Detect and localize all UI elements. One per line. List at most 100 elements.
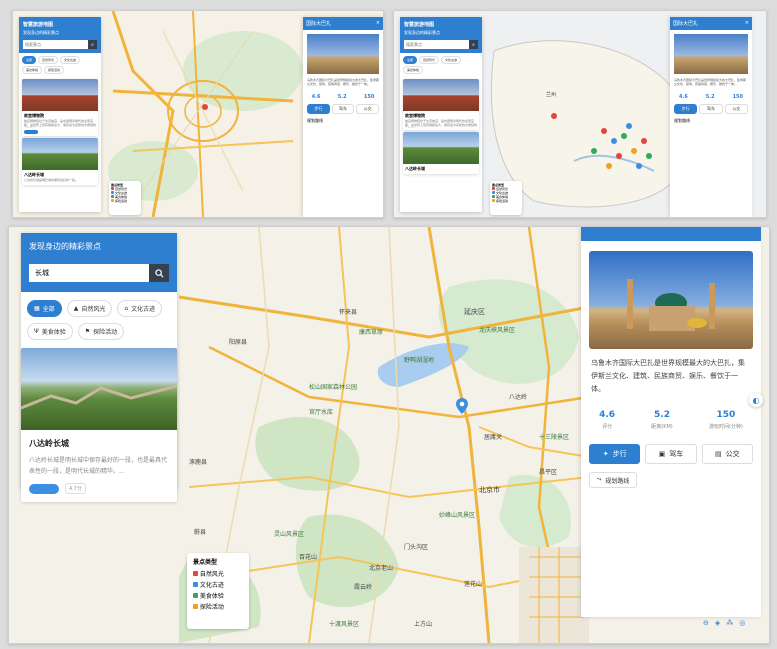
small-filter-nature[interactable]: 自然风光: [38, 56, 59, 64]
small-route-button[interactable]: 规划路线: [303, 118, 383, 124]
detail-button[interactable]: [29, 483, 59, 494]
small-search-button[interactable]: ⌕: [469, 40, 478, 49]
main-screenshot: 延庆区 龙庆峡风景区 康西草原 野鸭湖湿地 八达岭 居庸关 十三陵景区 北京市 …: [8, 226, 770, 644]
small-drive-button[interactable]: 驾车: [699, 104, 723, 114]
detail-panel: 乌鲁木齐国际大巴扎是世界规模最大的大巴扎，集伊斯兰文化、建筑、民族商贸、娱乐、餐…: [581, 227, 761, 617]
food-icon: Ψ: [34, 328, 39, 335]
great-wall-image: [403, 132, 479, 164]
small-filter-nature[interactable]: 自然风光: [419, 56, 440, 64]
bus-label: 公交: [725, 450, 740, 458]
map-label: 莲花山: [464, 581, 483, 588]
bazaar-image: [307, 34, 379, 74]
map-pin-icon[interactable]: [456, 398, 468, 414]
legend-label: 自然风光: [199, 571, 224, 578]
filter-culture[interactable]: ⌂ 文化古迹: [117, 300, 163, 317]
small-search-input[interactable]: [23, 40, 88, 49]
map-label: 北京老山: [369, 565, 394, 572]
hiking-icon: ⚑: [84, 328, 91, 335]
small-spot-card-palace[interactable]: 故宫博物院 故宫博物院位于北京故宫，是中国明清两代的皇家宫殿，是世界上现存规模最…: [22, 79, 98, 136]
panel-toggle-icon[interactable]: ◐: [749, 393, 763, 407]
small-card-desc: 八达岭长城是明长城中保存最好的一段。: [24, 178, 79, 182]
stat-distance-value: 5.2: [654, 410, 670, 420]
small-legend-label: 探险活动: [495, 199, 508, 203]
mountain-icon: ▲: [73, 305, 79, 312]
map-controls: ⊖ ◈ ⁂ ◎: [703, 619, 745, 627]
legend-title: 景点类型: [193, 559, 218, 566]
locate-icon[interactable]: ◎: [739, 619, 745, 627]
small-filter-all[interactable]: 全部: [403, 56, 418, 64]
drive-button[interactable]: ▣ 驾车: [645, 444, 697, 464]
small-bus-button[interactable]: 公交: [356, 104, 380, 114]
filter-nature[interactable]: ▲ 自然风光: [66, 300, 113, 317]
small-walk-button[interactable]: 步行: [674, 104, 698, 114]
small-filter-all[interactable]: 全部: [22, 56, 37, 64]
small-filter-culture[interactable]: 文化古迹: [60, 56, 81, 64]
small-search-button[interactable]: ⌕: [88, 40, 97, 49]
map-label: 北京市: [479, 486, 500, 494]
route-button[interactable]: ⤳ 规划路线: [589, 472, 637, 488]
filter-adventure[interactable]: ⚑ 探险活动: [77, 323, 125, 340]
spot-card[interactable]: 八达岭长城 八达岭长城是明长城中保存最好的一段，也是最具代表性的一段，是明代长城…: [21, 348, 177, 502]
small-app-subtitle: 发现身边的精彩景点: [404, 30, 440, 35]
share-icon[interactable]: ⁂: [726, 619, 733, 627]
small-card-button[interactable]: [24, 130, 38, 134]
small-bus-button[interactable]: 公交: [724, 104, 748, 114]
search-button[interactable]: [149, 264, 169, 282]
small-filter-adventure[interactable]: 探险活动: [44, 66, 65, 74]
legend-swatch: [193, 582, 198, 587]
small-card-desc: 故宫博物院位于北京故宫，是中国明清两代的皇家宫殿，是世界上现存规模最大、保存最为…: [405, 119, 477, 128]
bazaar-image: [589, 251, 753, 349]
small-filter-food[interactable]: 美食体验: [403, 66, 424, 74]
walk-button[interactable]: ✦ 步行: [589, 444, 641, 464]
walk-icon: ✦: [602, 450, 609, 458]
map-label: 灵山风景区: [274, 531, 305, 538]
card-description: 八达岭长城是明长城中保存最好的一段，也是最具代表性的一段，是明代长城的精华。..…: [29, 457, 168, 475]
card-title: 八达岭长城: [29, 439, 69, 448]
small-legend: 景点类型 自然风光 文化古迹 美食体验 探险活动: [109, 181, 141, 215]
drive-label: 驾车: [669, 450, 684, 458]
filter-chips: ▦ 全部 ▲ 自然风光 ⌂ 文化古迹 Ψ 美食体验 ⚑ 探险活动: [21, 292, 177, 342]
small-spot-card-wall[interactable]: 八达岭长城: [403, 132, 479, 174]
small-stat-distance: 5.2: [337, 94, 347, 100]
left-panel: 发现身边的精彩景点 ▦全部 ▲自然风光 ⌂文化古迹 Ψ美食体验 ⚑探险活动 八达…: [21, 233, 177, 502]
small-filter-culture[interactable]: 文化古迹: [441, 56, 462, 64]
bus-icon: ▤: [715, 450, 722, 458]
filter-food[interactable]: Ψ 美食体验: [27, 323, 73, 340]
small-detail-title: 国际大巴扎: [673, 21, 699, 27]
rating-badge: 4.7分: [65, 483, 86, 494]
close-icon[interactable]: ×: [745, 20, 749, 27]
small-route-button[interactable]: 规划路线: [670, 118, 752, 124]
stat-rating-label: 评分: [602, 424, 613, 430]
layers-icon[interactable]: ◈: [715, 619, 720, 627]
map-label: 上方山: [414, 621, 433, 628]
filter-all[interactable]: ▦ 全部: [27, 300, 62, 317]
map-label: 阳原县: [229, 339, 248, 346]
small-detail-desc: 乌鲁木齐国际大巴扎是世界规模最大的大巴扎，集伊斯兰文化、建筑、民族商贸、娱乐、餐…: [674, 78, 747, 86]
small-spot-card-wall[interactable]: 八达岭长城 八达岭长城是明长城中保存最好的一段。: [22, 138, 98, 185]
close-icon[interactable]: ×: [376, 20, 380, 27]
left-panel-header: 发现身边的精彩景点: [21, 233, 177, 292]
small-drive-button[interactable]: 驾车: [331, 104, 355, 114]
small-filter-food[interactable]: 美食体验: [22, 66, 43, 74]
map-label: 百花山: [299, 554, 318, 561]
search-input[interactable]: [29, 264, 149, 282]
car-icon: ▣: [658, 450, 666, 458]
zoom-out-icon[interactable]: ⊖: [703, 619, 709, 627]
map-label: 官厅水库: [309, 409, 334, 416]
route-icon: ⤳: [596, 476, 602, 483]
small-stat-duration: 150: [363, 94, 375, 100]
right-panel-thumbnail: 国际大巴扎 × 乌鲁木齐国际大巴扎是世界规模最大的大巴扎，集伊斯兰文化、建筑、民…: [303, 17, 383, 217]
detail-stats: 4.6 评分 5.2 距离(KM) 150 游玩时间(分钟): [581, 410, 761, 430]
filter-label: 探险活动: [93, 329, 118, 336]
map-label: 霞云岭: [354, 584, 373, 591]
legend-swatch: [193, 604, 198, 609]
small-walk-button[interactable]: 步行: [307, 104, 330, 114]
map-label: 康西草原: [359, 329, 384, 336]
map-label: 八达岭: [509, 394, 528, 401]
bus-button[interactable]: ▤ 公交: [701, 444, 753, 464]
small-stat-distance: 5.2: [705, 94, 715, 100]
small-spot-card-palace[interactable]: 故宫博物院 故宫博物院位于北京故宫，是中国明清两代的皇家宫殿，是世界上现存规模最…: [403, 79, 479, 130]
map-label: 门头沟区: [404, 544, 429, 551]
map-label: 怀来县: [339, 309, 358, 316]
small-search-input[interactable]: [404, 40, 469, 49]
